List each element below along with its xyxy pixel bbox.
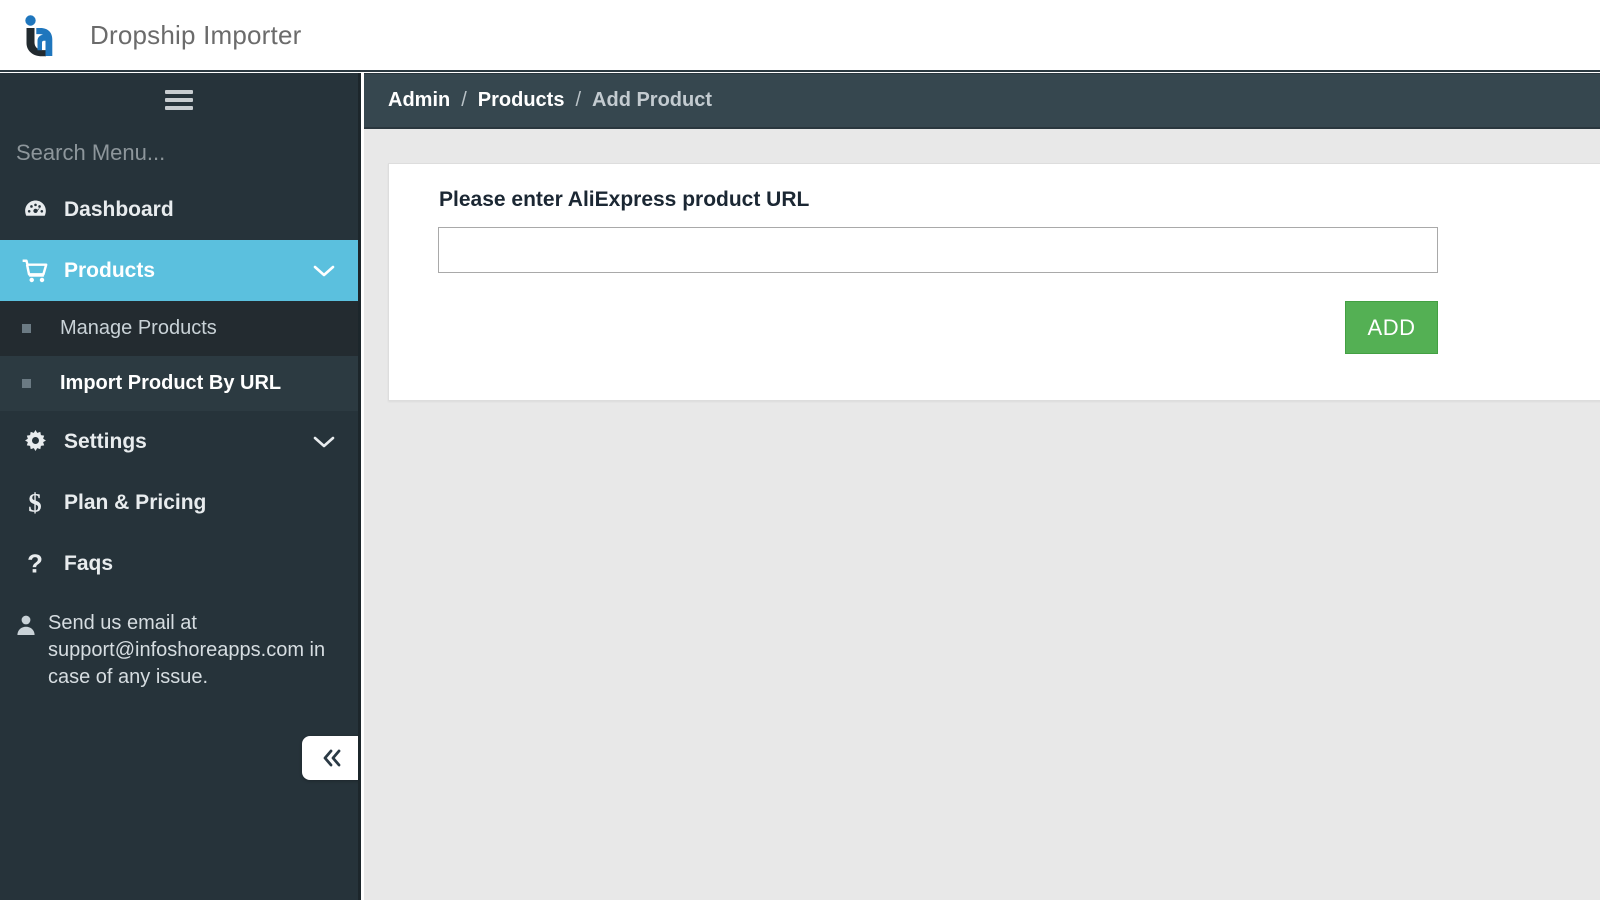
dollar-sign-icon: $: [14, 489, 56, 517]
hamburger-icon: [165, 86, 193, 114]
sidebar-item-label: Faqs: [64, 551, 114, 575]
chevron-down-icon[interactable]: [312, 434, 336, 450]
main-content: Admin / Products / Add Product Please en…: [364, 73, 1600, 900]
shopping-cart-icon: [14, 257, 56, 285]
breadcrumb-item-add-product: Add Product: [592, 89, 713, 111]
square-bullet-icon: [14, 379, 40, 388]
question-mark-icon: ?: [14, 550, 56, 577]
sidebar-subitem-label: Manage Products: [60, 317, 217, 339]
sidebar-item-dashboard[interactable]: Dashboard: [0, 179, 358, 240]
sidebar-toggle-button[interactable]: [0, 73, 358, 127]
tachometer-icon: [14, 196, 56, 223]
app-title: Dropship Importer: [90, 19, 302, 50]
sidebar-item-faqs[interactable]: ? Faqs: [0, 533, 358, 594]
svg-text:?: ?: [27, 550, 43, 577]
ia-monogram-logo-icon: [25, 15, 53, 57]
sidebar-item-label: Plan & Pricing: [64, 490, 207, 514]
breadcrumb-separator: /: [575, 89, 582, 111]
breadcrumb: Admin / Products / Add Product: [364, 73, 1600, 129]
sidebar-subitem-import-product-by-url[interactable]: Import Product By URL: [0, 356, 358, 411]
sidebar-item-label: Dashboard: [64, 197, 174, 221]
gear-icon: [14, 428, 56, 455]
search-input[interactable]: [16, 140, 336, 166]
sidebar-item-label: Settings: [64, 429, 147, 453]
sidebar-collapse-button[interactable]: [302, 736, 358, 780]
app-logo[interactable]: [0, 0, 78, 71]
double-chevron-left-icon: [323, 749, 340, 767]
product-url-input[interactable]: [438, 227, 1438, 273]
support-email-text: Send us email at support@infoshoreapps.c…: [48, 612, 326, 688]
add-product-card: Please enter AliExpress product URL ADD: [388, 163, 1600, 401]
sidebar-support-note[interactable]: Send us email at support@infoshoreapps.c…: [0, 594, 358, 691]
sidebar-item-plan-and-pricing[interactable]: $ Plan & Pricing: [0, 472, 358, 533]
sidebar-item-products[interactable]: Products: [0, 240, 358, 301]
product-url-label: Please enter AliExpress product URL: [439, 188, 810, 211]
sidebar-submenu-products: Manage Products Import Product By URL: [0, 301, 358, 411]
breadcrumb-item-admin[interactable]: Admin: [388, 89, 450, 112]
sidebar: Dashboard Products Manage Products Im: [0, 73, 361, 900]
square-bullet-icon: [14, 324, 40, 333]
add-button[interactable]: ADD: [1345, 301, 1438, 354]
user-icon: [6, 610, 46, 637]
sidebar-search-row[interactable]: [0, 127, 358, 179]
breadcrumb-item-products[interactable]: Products: [478, 89, 565, 112]
top-header-bar: Dropship Importer: [0, 0, 1600, 72]
sidebar-subitem-manage-products[interactable]: Manage Products: [0, 301, 358, 356]
svg-text:$: $: [28, 489, 41, 517]
sidebar-item-settings[interactable]: Settings: [0, 411, 358, 472]
chevron-down-icon[interactable]: [312, 263, 336, 279]
sidebar-subitem-label: Import Product By URL: [60, 372, 282, 394]
breadcrumb-separator: /: [461, 89, 467, 111]
sidebar-item-label: Products: [64, 258, 156, 282]
